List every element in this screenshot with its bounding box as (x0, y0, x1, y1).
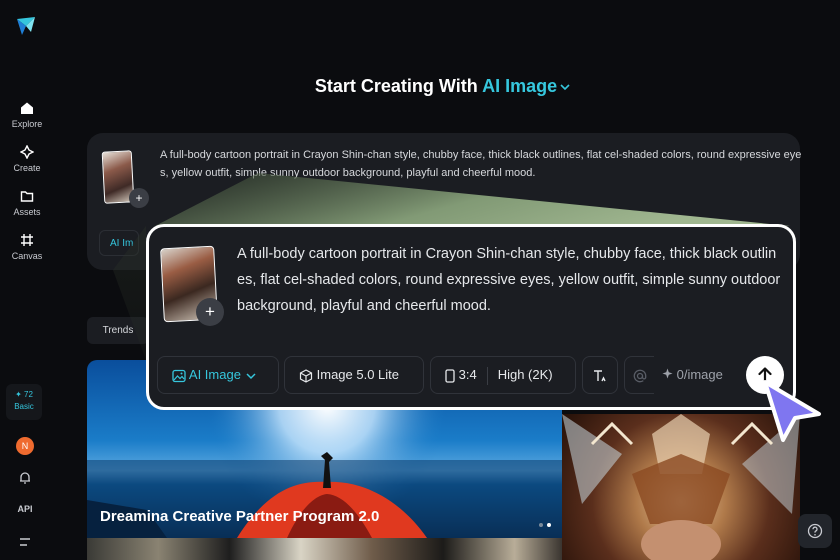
at-icon (633, 369, 647, 382)
text-style-button[interactable] (582, 356, 618, 394)
quality-label: High (2K) (497, 367, 553, 382)
chevron-down-icon (246, 373, 256, 379)
mention-button[interactable] (624, 356, 654, 394)
sparkle-icon (662, 368, 673, 379)
model-label: Image 5.0 Lite (316, 367, 400, 382)
app-frame: Explore Create Assets Canvas ✦ 72 Basic … (0, 0, 840, 560)
cost-label: 0/image (676, 367, 723, 382)
ratio-label: 3:4 (458, 367, 477, 382)
question-icon (807, 523, 823, 539)
cube-icon (299, 368, 313, 383)
aspect-ratio-icon (445, 368, 455, 383)
model-selector[interactable]: Image 5.0 Lite (284, 356, 424, 394)
divider (486, 366, 488, 385)
add-reference-image-button[interactable]: + (196, 298, 224, 326)
cursor-pointer-icon (763, 380, 821, 442)
help-button[interactable] (798, 514, 832, 548)
mode-selector[interactable]: AI Image (157, 356, 279, 394)
mode-label: AI Image (188, 367, 241, 382)
credit-cost: 0/image (662, 356, 723, 394)
text-format-icon (594, 369, 606, 381)
ratio-quality-selector[interactable]: 3:4 High (2K) (430, 356, 576, 394)
prompt-input[interactable]: A full-body cartoon portrait in Crayon S… (237, 241, 782, 319)
image-icon (172, 369, 186, 382)
